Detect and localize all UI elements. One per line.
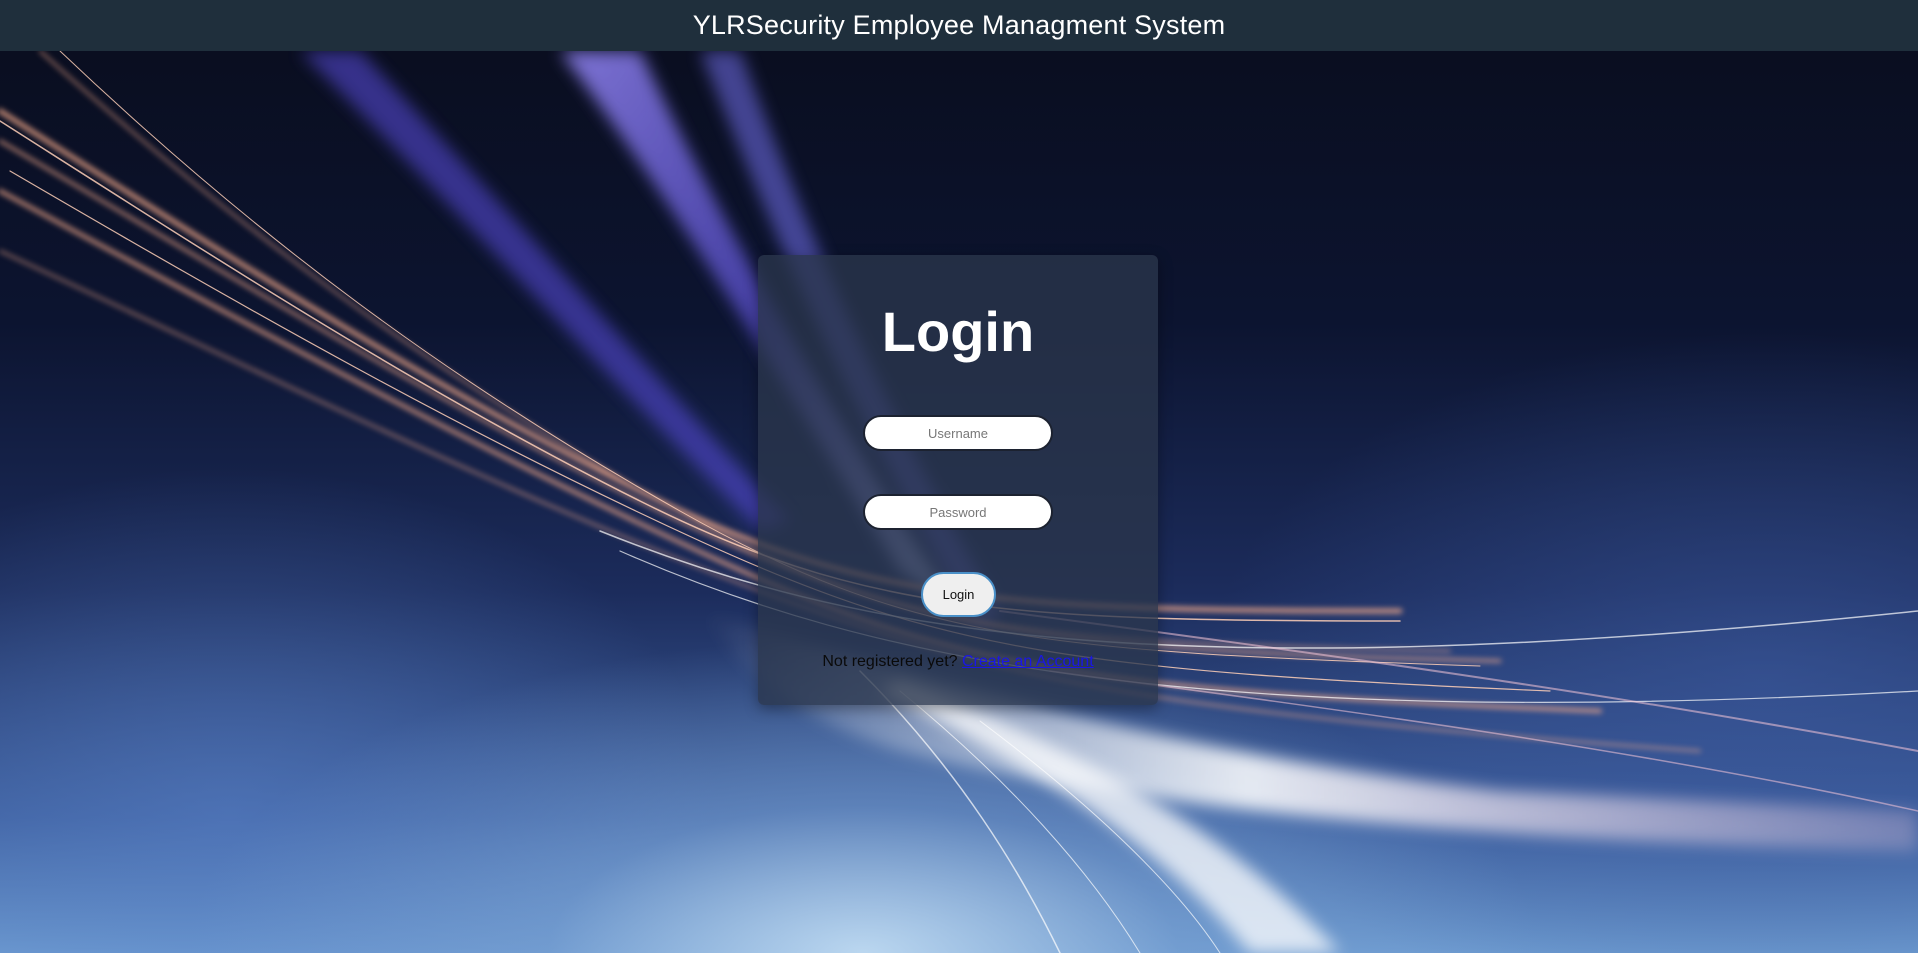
login-heading: Login [881,300,1035,363]
register-prompt-row: Not registered yet? Create an Account [758,653,1158,671]
username-input[interactable] [863,415,1053,451]
register-prompt-text: Not registered yet? [822,653,958,670]
app-title: YLRSecurity Employee Managment System [692,10,1226,40]
create-account-link[interactable]: Create an Account [962,653,1094,670]
login-button[interactable]: Login [921,572,996,617]
top-header-bar: YLRSecurity Employee Managment System [0,0,1918,51]
login-panel: Login Login Not registered yet? Create a… [758,255,1158,705]
password-input[interactable] [863,494,1053,530]
